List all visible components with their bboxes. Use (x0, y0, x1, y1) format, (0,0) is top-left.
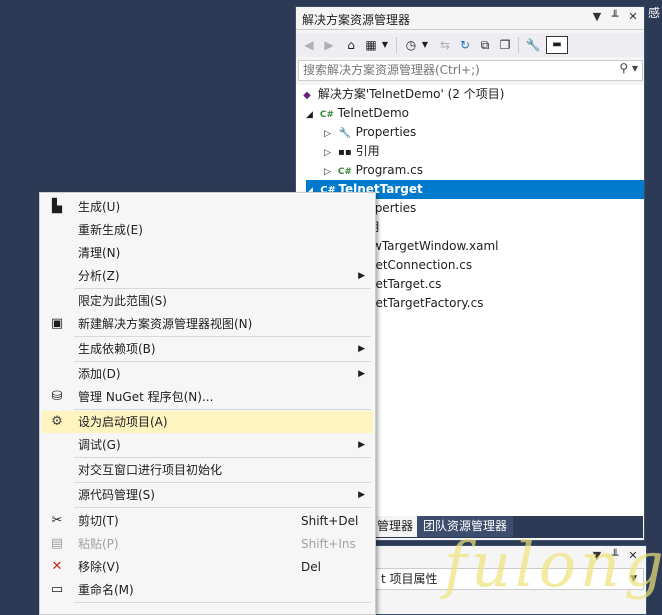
solution-explorer-toolbar: ◀ ▶ ⌂ ▦ ▼ ◷ ▼ ⇆ ↻ ⧉ ❐ 🔧 ▬ (296, 33, 644, 57)
menu-item-new-view[interactable]: ▣ 新建解决方案资源管理器视图(N) (42, 313, 373, 335)
menu-item-rename[interactable]: ▭ 重命名(M) (42, 579, 373, 601)
shortcut-label: Shift+Ins (301, 537, 356, 551)
context-menu: ▙ 生成(U) 重新生成(E) 清理(N) 分析(Z) ▶ 限定为此范围(S) … (39, 192, 376, 615)
close-icon[interactable]: ✕ (626, 10, 640, 24)
menu-separator (74, 457, 371, 458)
menu-separator (74, 602, 371, 603)
menu-item-scope-to-this[interactable]: 限定为此范围(S) (42, 290, 373, 312)
chevron-down-icon[interactable]: ▼ (420, 36, 430, 54)
menu-item-paste[interactable]: ▤ 粘贴(P) Shift+Ins (42, 533, 373, 555)
tree-node-project[interactable]: ◢ C# TelnetDemo (306, 104, 409, 123)
toolbar-separator (518, 37, 519, 53)
menu-item-add[interactable]: 添加(D) ▶ (42, 363, 373, 385)
back-icon[interactable]: ◀ (300, 36, 318, 54)
menu-item-remove[interactable]: ✕ 移除(V) Del (42, 556, 373, 578)
sync-icon[interactable]: ⇆ (436, 36, 454, 54)
menu-separator (74, 361, 371, 362)
tree-node-file[interactable]: ▷ C# Program.cs (324, 161, 423, 180)
tab-solution-explorer[interactable]: 管理器 (371, 516, 420, 537)
pin-icon[interactable]: ╨ (608, 10, 622, 24)
menu-item-analyze[interactable]: 分析(Z) ▶ (42, 265, 373, 287)
preview-selected-icon[interactable]: ▬ (546, 36, 568, 54)
menu-separator (74, 336, 371, 337)
properties-wrench-icon[interactable]: 🔧 (524, 36, 542, 54)
submenu-arrow-icon: ▶ (358, 440, 365, 450)
menu-item-build[interactable]: ▙ 生成(U) (42, 196, 373, 218)
scissors-icon: ✂ (51, 513, 63, 528)
wrench-icon: 🔧 (338, 128, 352, 139)
search-box[interactable]: ⚲ ▾ (298, 60, 643, 81)
remove-icon: ✕ (51, 559, 63, 574)
menu-item-set-startup[interactable]: ⚙ 设为启动项目(A) (42, 411, 373, 433)
new-view-icon: ▣ (50, 316, 64, 331)
show-all-files-icon[interactable]: ❐ (496, 36, 514, 54)
submenu-arrow-icon: ▶ (358, 271, 365, 281)
forward-icon[interactable]: ▶ (320, 36, 338, 54)
expand-arrow-icon[interactable]: ◢ (306, 106, 316, 125)
solution-explorer-titlebar: 解决方案资源管理器 ▼ ╨ ✕ (296, 7, 644, 30)
home-icon[interactable]: ⌂ (342, 36, 360, 54)
tree-node-solution[interactable]: ◆ 解决方案'TelnetDemo' (2 个项目) (300, 85, 504, 104)
watermark-logo: fulong (444, 528, 662, 601)
edge-text: 感 (648, 6, 661, 20)
tree-node-properties[interactable]: ▷ 🔧 Properties (324, 123, 416, 142)
menu-separator (74, 409, 371, 410)
menu-separator (74, 482, 371, 483)
menu-item-interactive-init[interactable]: 对交互窗口进行项目初始化 (42, 459, 373, 481)
menu-separator (74, 288, 371, 289)
shortcut-label: Shift+Del (301, 514, 359, 528)
dropdown-icon[interactable]: ▼ (590, 10, 604, 24)
gear-icon: ⚙ (51, 414, 63, 429)
editor-edge (645, 0, 662, 613)
rename-icon: ▭ (50, 582, 64, 597)
refresh-icon[interactable]: ↻ (456, 36, 474, 54)
pending-changes-icon[interactable]: ◷ (402, 36, 420, 54)
collapse-all-icon[interactable]: ⧉ (476, 36, 494, 54)
search-input[interactable] (299, 61, 607, 78)
submenu-arrow-icon: ▶ (358, 369, 365, 379)
shortcut-label: Del (301, 560, 321, 574)
toolbar-separator (396, 37, 397, 53)
menu-item-build-dependencies[interactable]: 生成依赖项(B) ▶ (42, 338, 373, 360)
chevron-down-icon[interactable]: ▼ (380, 36, 390, 54)
menu-item-cut[interactable]: ✂ 剪切(T) Shift+Del (42, 510, 373, 532)
switch-views-icon[interactable]: ▦ (362, 36, 380, 54)
references-icon: ▪▪ (338, 147, 352, 158)
panel-title: 解决方案资源管理器 (302, 13, 411, 27)
menu-item-debug[interactable]: 调试(G) ▶ (42, 434, 373, 456)
paste-icon: ▤ (50, 536, 64, 551)
object-selector-text: t 项目属性 (381, 572, 438, 586)
build-icon: ▙ (52, 199, 62, 214)
solution-icon: ◆ (303, 90, 311, 101)
submenu-arrow-icon: ▶ (358, 344, 365, 354)
submenu-arrow-icon: ▶ (358, 490, 365, 500)
menu-separator (74, 507, 371, 508)
menu-item-clean[interactable]: 清理(N) (42, 242, 373, 264)
menu-item-source-control[interactable]: 源代码管理(S) ▶ (42, 484, 373, 506)
tree-node-references[interactable]: ▷ ▪▪ 引用 (324, 142, 380, 161)
search-icon[interactable]: ⚲ ▾ (619, 61, 638, 75)
nuget-icon: ⛁ (51, 389, 63, 404)
menu-item-rebuild[interactable]: 重新生成(E) (42, 219, 373, 241)
menu-item-manage-nuget[interactable]: ⛁ 管理 NuGet 程序包(N)... (42, 386, 373, 408)
